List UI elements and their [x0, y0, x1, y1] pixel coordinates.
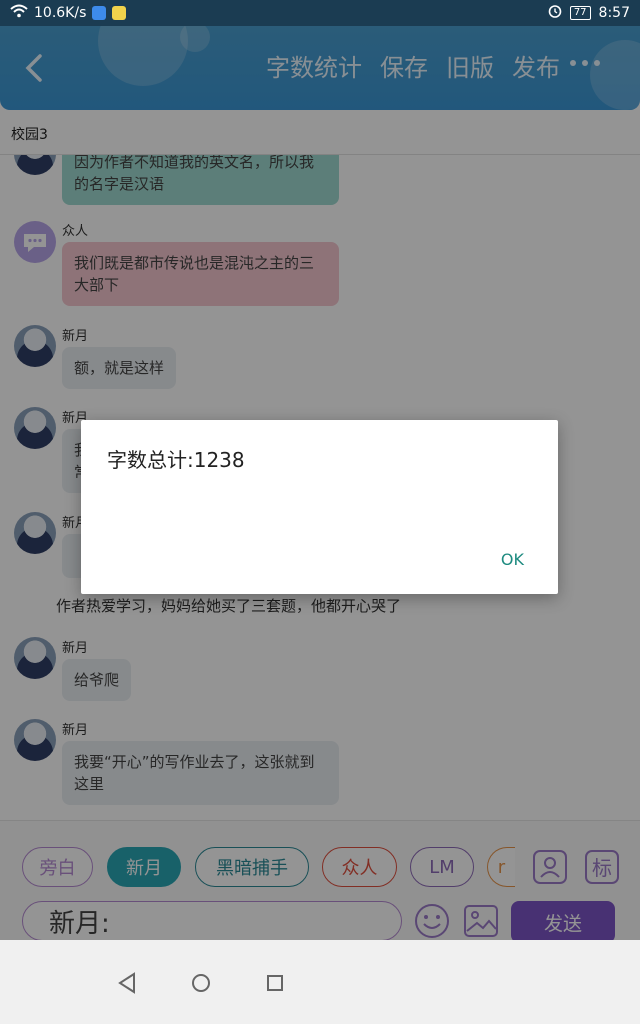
app-notification-icon	[92, 6, 107, 20]
dialog-message: 字数总计:1238	[107, 448, 245, 472]
ok-button[interactable]: OK	[501, 550, 524, 569]
wifi-icon	[10, 4, 28, 22]
app-notification-icon	[112, 6, 127, 20]
status-bar: 10.6K/s 77 8:57	[0, 0, 640, 26]
network-speed: 10.6K/s	[34, 5, 87, 21]
back-icon[interactable]	[112, 968, 142, 998]
alarm-icon	[548, 4, 562, 22]
system-nav-bar	[0, 940, 640, 1024]
clock: 8:57	[598, 5, 630, 21]
recents-icon[interactable]	[260, 968, 290, 998]
word-count-dialog: 字数总计:1238 OK	[81, 420, 558, 594]
battery-indicator: 77	[569, 6, 591, 20]
home-icon[interactable]	[186, 968, 216, 998]
